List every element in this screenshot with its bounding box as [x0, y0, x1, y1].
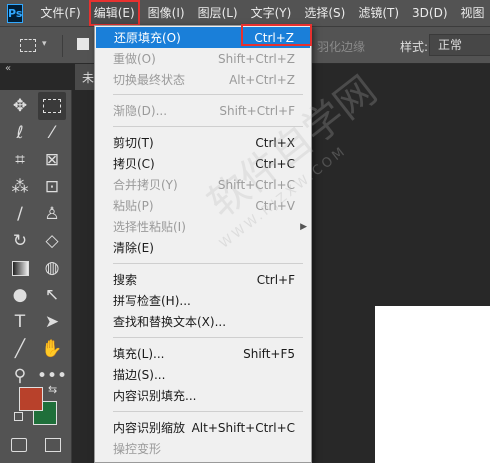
menu-item-content-aware-fill[interactable]: 内容识别填充...	[95, 385, 311, 406]
type-tool-icon[interactable]: T	[6, 308, 34, 336]
menu-item-redo[interactable]: 重做(O) Shift+Ctrl+Z	[95, 48, 311, 69]
brush-tool-icon[interactable]: ∕	[6, 200, 34, 228]
menu-layer[interactable]: 图层(L)	[193, 0, 243, 26]
menu-file[interactable]: 文件(F)	[35, 0, 85, 26]
frame-tool-icon[interactable]: ⊠	[38, 146, 66, 174]
path-selection-tool-icon[interactable]: ➤	[38, 308, 66, 336]
menu-filter[interactable]: 滤镜(T)	[353, 0, 404, 26]
menu-view[interactable]: 视图	[456, 0, 490, 26]
document-canvas[interactable]	[375, 306, 490, 463]
default-colors-icon[interactable]	[14, 412, 23, 421]
menu-item-toggle-last-state[interactable]: 切换最终状态 Alt+Ctrl+Z	[95, 69, 311, 90]
menu-item-fill[interactable]: 填充(L)... Shift+F5	[95, 343, 311, 364]
menu-item-paste[interactable]: 粘贴(P) Ctrl+V	[95, 195, 311, 216]
healing-brush-tool-icon[interactable]: ⊡	[38, 173, 66, 201]
menu-select[interactable]: 选择(S)	[299, 0, 350, 26]
photoshop-logo: Ps	[7, 3, 24, 23]
edit-menu-dropdown: 还原填充(O) Ctrl+Z 重做(O) Shift+Ctrl+Z 切换最终状态…	[94, 25, 312, 463]
menu-separator	[113, 337, 303, 338]
hand-tool-icon[interactable]: ✋	[38, 335, 66, 363]
menu-item-puppet-warp[interactable]: 操控变形	[95, 438, 311, 459]
move-tool-icon[interactable]: ✥	[6, 92, 34, 120]
highlight-box	[241, 24, 312, 46]
menu-item-cut[interactable]: 剪切(T) Ctrl+X	[95, 132, 311, 153]
refine-edge-button[interactable]: 羽化边缘	[317, 38, 365, 55]
rect-marquee-preset-icon[interactable]	[20, 39, 36, 52]
divider	[62, 35, 63, 57]
dodge-tool-icon[interactable]: ●	[6, 281, 34, 309]
chevron-down-icon[interactable]: ▾	[42, 39, 47, 49]
gradient-tool-icon[interactable]	[6, 254, 34, 282]
menu-item-find-replace[interactable]: 查找和替换文本(X)...	[95, 311, 311, 332]
foreground-color-swatch[interactable]	[19, 387, 43, 411]
menu-item-paste-special[interactable]: 选择性粘贴(I) ▶	[95, 216, 311, 237]
menu-3d[interactable]: 3D(D)	[407, 0, 452, 26]
zoom-tool-icon[interactable]: ⚲	[6, 362, 34, 390]
magic-wand-tool-icon[interactable]: ⁄	[38, 119, 66, 147]
menu-item-fade[interactable]: 渐隐(D)... Shift+Ctrl+F	[95, 100, 311, 121]
stamp-tool-icon[interactable]: ♙	[38, 200, 66, 228]
menu-item-copy-merged[interactable]: 合并拷贝(Y) Shift+Ctrl+C	[95, 174, 311, 195]
menu-item-copy[interactable]: 拷贝(C) Ctrl+C	[95, 153, 311, 174]
tools-panel: ✥ ℓ ⁄ ⌗ ⊠ ⁂ ⊡ ∕ ♙ ↻ ◇ ◍ ● ↖ T ➤ ╱ ✋ ⚲ ••…	[0, 90, 72, 463]
menu-type[interactable]: 文字(Y)	[246, 0, 297, 26]
style-label: 样式:	[400, 40, 429, 54]
menu-item-content-aware-scale[interactable]: 内容识别缩放 Alt+Shift+Ctrl+C	[95, 417, 311, 438]
menu-edit[interactable]: 编辑(E)	[88, 0, 140, 26]
menu-item-search[interactable]: 搜索 Ctrl+F	[95, 269, 311, 290]
new-selection-icon[interactable]	[77, 38, 89, 50]
quick-mask-icon[interactable]	[11, 438, 27, 452]
menu-image[interactable]: 图像(I)	[143, 0, 190, 26]
eraser-tool-icon[interactable]: ◇	[38, 227, 66, 255]
submenu-arrow-icon: ▶	[300, 221, 307, 232]
menu-separator	[113, 126, 303, 127]
style-select[interactable]: 正常	[429, 34, 490, 56]
line-tool-icon[interactable]: ╱	[6, 335, 34, 363]
swap-colors-icon[interactable]: ⇆	[48, 383, 57, 396]
crop-tool-icon[interactable]: ⌗	[6, 146, 34, 174]
rect-marquee-tool-icon[interactable]	[38, 92, 66, 120]
menu-separator	[113, 94, 303, 95]
menu-separator	[113, 411, 303, 412]
blur-tool-icon[interactable]: ◍	[38, 254, 66, 282]
menu-item-stroke[interactable]: 描边(S)...	[95, 364, 311, 385]
pen-tool-icon[interactable]: ↖	[38, 281, 66, 309]
history-brush-tool-icon[interactable]: ↻	[6, 227, 34, 255]
lasso-tool-icon[interactable]: ℓ	[6, 119, 34, 147]
collapse-panel-icon[interactable]: «	[5, 63, 11, 74]
eyedropper-tool-icon[interactable]: ⁂	[6, 173, 34, 201]
menu-item-clear[interactable]: 清除(E)	[95, 237, 311, 258]
screen-mode-icon[interactable]	[45, 438, 61, 452]
menu-bar: Ps 文件(F) 编辑(E) 图像(I) 图层(L) 文字(Y) 选择(S) 滤…	[0, 0, 490, 26]
menu-item-spell-check[interactable]: 拼写检查(H)...	[95, 290, 311, 311]
menu-separator	[113, 263, 303, 264]
